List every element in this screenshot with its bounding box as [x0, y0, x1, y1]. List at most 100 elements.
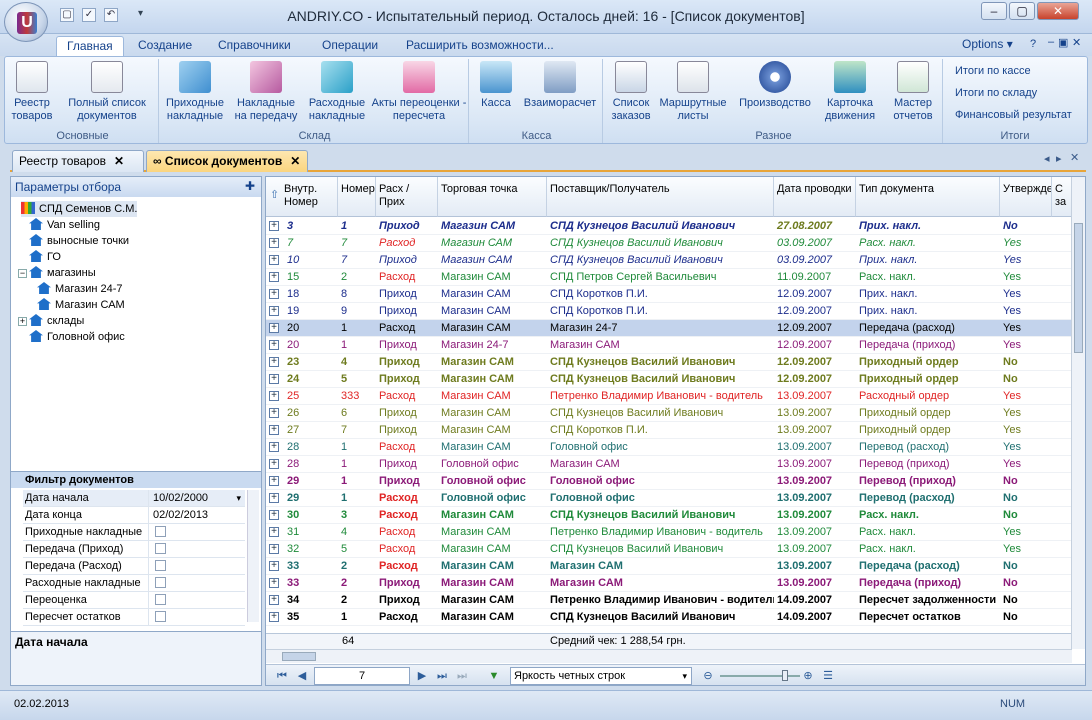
expand-row-icon[interactable]: + — [269, 323, 279, 333]
cell-id[interactable]: 15 — [284, 269, 338, 286]
cell-num[interactable]: 7 — [338, 252, 376, 269]
cell-num[interactable]: 2 — [338, 269, 376, 286]
cell-id[interactable]: 20 — [284, 320, 338, 337]
cell-party[interactable]: СПД Коротков П.И. — [547, 286, 774, 303]
cell-num[interactable]: 4 — [338, 354, 376, 371]
cell-party[interactable]: Головной офис — [547, 473, 774, 490]
cell-id[interactable]: 31 — [284, 524, 338, 541]
cell-approved[interactable]: Yes — [1000, 388, 1052, 405]
brightness-select[interactable]: Яркость четных строк ▾ — [510, 667, 692, 685]
cell-date[interactable]: 13.09.2007 — [774, 558, 856, 575]
cell-type[interactable]: Расх. накл. — [856, 541, 1000, 558]
cell-date[interactable]: 13.09.2007 — [774, 422, 856, 439]
cell-num[interactable]: 1 — [338, 490, 376, 507]
filter-row-transfer-out[interactable]: Передача (Расход) — [23, 558, 245, 575]
recount-checkbox[interactable] — [155, 611, 166, 622]
cell-dir[interactable]: Приход — [376, 252, 438, 269]
filter-header[interactable]: Фильтр документов — [11, 472, 261, 488]
cell-dir[interactable]: Приход — [376, 371, 438, 388]
cell-date[interactable]: 27.08.2007 — [774, 218, 856, 235]
cell-dir[interactable]: Приход — [376, 592, 438, 609]
cell-id[interactable]: 20 — [284, 337, 338, 354]
cell-point[interactable]: Магазин САМ — [438, 235, 547, 252]
tab-operations[interactable]: Операции — [312, 36, 388, 56]
expand-row-icon[interactable]: + — [269, 289, 279, 299]
expand-row-icon[interactable]: + — [269, 510, 279, 520]
cell-num[interactable]: 2 — [338, 575, 376, 592]
col-header-party[interactable]: Поставщик/Получатель — [547, 177, 774, 217]
table-row[interactable]: +10 7 Приход Магазин САМ СПД Кузнецов Васили… — [266, 252, 1072, 269]
tree-item-head-office[interactable]: Головной офис — [29, 329, 125, 345]
tree-item-warehouses[interactable]: склады — [29, 313, 84, 329]
vertical-scrollbar[interactable] — [1071, 177, 1085, 649]
cell-type[interactable]: Перевод (приход) — [856, 456, 1000, 473]
cell-type[interactable]: Перевод (приход) — [856, 473, 1000, 490]
col-header-extra[interactable]: С за — [1052, 177, 1072, 217]
table-row[interactable]: +20 1 Приход Магазин 24-7 Магазин САМ 12.09.2… — [266, 337, 1072, 354]
zoom-slider[interactable] — [720, 670, 800, 681]
tree-item-go[interactable]: ГО — [29, 249, 61, 265]
cell-num[interactable]: 1 — [338, 218, 376, 235]
cell-num[interactable]: 4 — [338, 524, 376, 541]
expand-row-icon[interactable]: + — [269, 612, 279, 622]
expand-row-icon[interactable]: + — [269, 340, 279, 350]
col-header-approved[interactable]: Утверждено — [1000, 177, 1052, 217]
cell-dir[interactable]: Расход — [376, 507, 438, 524]
cell-approved[interactable]: Yes — [1000, 524, 1052, 541]
expand-row-icon[interactable]: + — [269, 238, 279, 248]
cell-type[interactable]: Расх. накл. — [856, 524, 1000, 541]
expand-icon[interactable]: + — [18, 317, 27, 326]
filter-icon[interactable]: ▼ — [488, 669, 500, 683]
close-window-button[interactable]: ✕ — [1037, 2, 1079, 20]
cell-point[interactable]: Магазин САМ — [438, 388, 547, 405]
table-row[interactable]: +26 6 Приход Магазин САМ СПД Кузнецов Васили… — [266, 405, 1072, 422]
cell-approved[interactable]: No — [1000, 592, 1052, 609]
cell-approved[interactable]: No — [1000, 609, 1052, 626]
cell-id[interactable]: 3 — [284, 218, 338, 235]
transfer-in-checkbox[interactable] — [155, 543, 166, 554]
cell-approved[interactable]: Yes — [1000, 405, 1052, 422]
cell-point[interactable]: Магазин САМ — [438, 592, 547, 609]
table-row[interactable]: +23 4 Приход Магазин САМ СПД Кузнецов Васили… — [266, 354, 1072, 371]
cell-approved[interactable]: Yes — [1000, 286, 1052, 303]
tab-scroll-right-icon[interactable]: ▸ — [1056, 152, 1062, 165]
expand-row-icon[interactable]: + — [269, 442, 279, 452]
route-sheets-button[interactable]: Маршрутные листы — [657, 61, 729, 123]
cell-type[interactable]: Перевод (расход) — [856, 490, 1000, 507]
list-view-icon[interactable]: ☰ — [822, 669, 834, 683]
expand-row-icon[interactable]: + — [269, 459, 279, 469]
append-record-icon[interactable]: ⏭ — [456, 669, 468, 683]
cell-point[interactable]: Магазин САМ — [438, 354, 547, 371]
expand-row-icon[interactable]: + — [269, 476, 279, 486]
filter-row-end-date[interactable]: Дата конца 02/02/2013 — [23, 507, 245, 524]
zoom-slider-thumb[interactable] — [782, 670, 788, 681]
mdi-minimize-icon[interactable]: – — [1048, 36, 1054, 48]
cell-dir[interactable]: Приход — [376, 456, 438, 473]
table-row[interactable]: +34 2 Приход Магазин САМ Петренко Владимир И… — [266, 592, 1072, 609]
mdi-close-icon[interactable]: ✕ — [1072, 36, 1081, 49]
cell-party[interactable]: СПД Кузнецов Василий Иванович — [547, 371, 774, 388]
cell-party[interactable]: СПД Кузнецов Василий Иванович — [547, 541, 774, 558]
cell-dir[interactable]: Приход — [376, 575, 438, 592]
horizontal-scrollbar[interactable] — [266, 649, 1072, 663]
col-header-date[interactable]: Дата проводки — [774, 177, 856, 217]
cell-date[interactable]: 12.09.2007 — [774, 303, 856, 320]
cell-point[interactable]: Магазин САМ — [438, 507, 547, 524]
cell-point[interactable]: Магазин САМ — [438, 524, 547, 541]
orders-list-button[interactable]: Список заказов — [607, 61, 655, 123]
filter-row-recount[interactable]: Пересчет остатков — [23, 609, 245, 626]
cell-num[interactable]: 2 — [338, 558, 376, 575]
cell-party[interactable]: СПД Кузнецов Василий Иванович — [547, 218, 774, 235]
table-row[interactable]: +20 1 Расход Магазин САМ Магазин 24-7 12.09.2… — [266, 320, 1072, 337]
cell-approved[interactable]: Yes — [1000, 320, 1052, 337]
cell-approved[interactable]: No — [1000, 218, 1052, 235]
expand-row-icon[interactable]: + — [269, 357, 279, 367]
expand-row-icon[interactable]: + — [269, 578, 279, 588]
expand-row-icon[interactable]: + — [269, 221, 279, 231]
mdi-restore-icon[interactable]: ▣ — [1058, 36, 1068, 49]
pin-icon[interactable]: ✚ — [245, 179, 255, 193]
cell-approved[interactable]: No — [1000, 473, 1052, 490]
close-tab-icon[interactable]: ✕ — [290, 154, 300, 168]
cell-num[interactable]: 3 — [338, 507, 376, 524]
cell-type[interactable]: Приходный ордер — [856, 405, 1000, 422]
